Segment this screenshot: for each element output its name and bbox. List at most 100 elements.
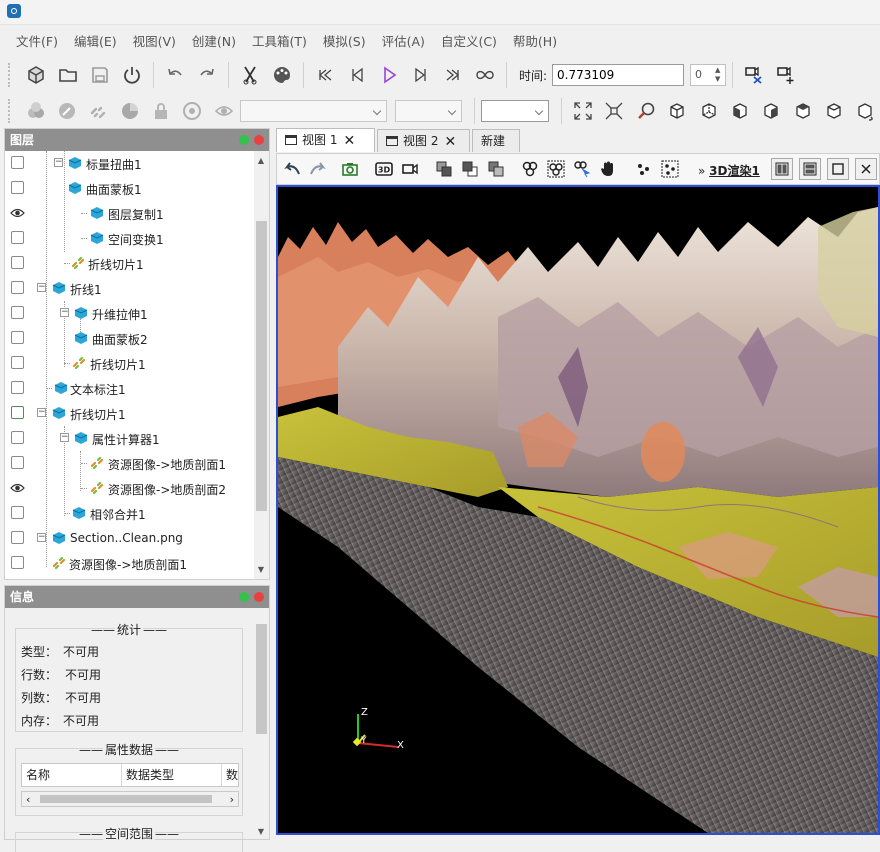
layer-row[interactable]: 资源图像->地质剖面1 — [5, 451, 253, 476]
scroll-right-icon[interactable]: › — [230, 793, 234, 806]
menu-customize[interactable]: 自定义(C) — [433, 30, 505, 54]
column-name-header[interactable]: 名称 — [22, 764, 122, 786]
layer-row[interactable]: − 升维拉伸1 — [5, 301, 253, 326]
spin-down-icon[interactable]: ▼ — [715, 75, 723, 84]
view-top-button[interactable] — [788, 96, 817, 126]
scroll-up-icon[interactable]: ▲ — [257, 157, 265, 165]
prev-frame-button[interactable] — [342, 60, 372, 90]
fit-all-button[interactable] — [568, 96, 597, 126]
new-model-button[interactable] — [21, 60, 51, 90]
maximize-view-button[interactable] — [827, 158, 849, 180]
visible-eye-icon[interactable] — [10, 482, 25, 494]
time-spinbox[interactable]: 0 ▲ ▼ — [690, 64, 727, 86]
layer-visibility-checkbox[interactable] — [11, 231, 24, 244]
link-disabled-button[interactable] — [84, 96, 113, 126]
view-front-button[interactable] — [662, 96, 691, 126]
fit-selection-button[interactable] — [600, 96, 629, 126]
menu-file[interactable]: 文件(F) — [8, 30, 66, 54]
layer-up-button[interactable] — [433, 158, 455, 180]
layer-row[interactable]: 相邻合并1 — [5, 501, 253, 526]
layer-visibility-checkbox[interactable] — [11, 556, 24, 569]
layer-row[interactable]: − 标量扭曲1 — [5, 151, 253, 176]
style-combo[interactable] — [480, 100, 550, 122]
3d-mode-button[interactable]: 3D — [373, 158, 395, 180]
scroll-down-icon[interactable]: ▼ — [257, 566, 265, 574]
close-icon[interactable] — [254, 135, 264, 145]
layer-visibility-checkbox[interactable] — [11, 256, 24, 269]
select-all-button[interactable] — [519, 158, 541, 180]
close-icon[interactable] — [254, 592, 264, 602]
layer-row[interactable]: − 折线1 — [5, 276, 253, 301]
camera-button[interactable] — [399, 158, 421, 180]
layer-visibility-checkbox[interactable] — [11, 381, 24, 394]
menu-view[interactable]: 视图(V) — [125, 30, 184, 54]
undo-button[interactable] — [160, 60, 190, 90]
select-box-button[interactable] — [545, 158, 567, 180]
tab-view-1[interactable]: 视图 1 ✕ — [276, 128, 375, 152]
add-camera-button[interactable] — [771, 60, 801, 90]
menu-create[interactable]: 创建(N) — [184, 30, 244, 54]
tab-new[interactable]: 新建 — [472, 129, 520, 152]
pan-button[interactable] — [597, 158, 619, 180]
open-button[interactable] — [53, 60, 83, 90]
attribute-hscrollbar[interactable]: ‹ › — [21, 791, 239, 807]
layer-row[interactable]: 资源图像->地质剖面1 — [5, 551, 253, 576]
layer-visibility-checkbox[interactable] — [11, 506, 24, 519]
collapse-icon[interactable]: − — [54, 158, 63, 167]
close-tab-icon[interactable]: ✕ — [444, 131, 456, 153]
layer-visibility-checkbox[interactable] — [11, 356, 24, 369]
scroll-thumb[interactable] — [40, 795, 212, 803]
close-view-button[interactable] — [855, 158, 877, 180]
tools-button[interactable] — [235, 60, 265, 90]
layer-visibility-checkbox[interactable] — [11, 331, 24, 344]
scroll-thumb[interactable] — [256, 624, 267, 734]
layer-merge-button[interactable] — [485, 158, 507, 180]
column-type-header[interactable]: 数据类型 — [122, 764, 222, 786]
save-button[interactable] — [85, 60, 115, 90]
tab-view-2[interactable]: 视图 2 ✕ — [377, 129, 470, 152]
spin-up-icon[interactable]: ▲ — [715, 66, 723, 75]
play-button[interactable] — [374, 60, 404, 90]
layer-visibility-checkbox[interactable] — [11, 431, 24, 444]
layer-visibility-checkbox[interactable] — [11, 531, 24, 544]
scroll-thumb[interactable] — [256, 221, 267, 511]
layer-row[interactable]: 空间变换1 — [5, 226, 253, 251]
layer-row[interactable]: 图层复制1 — [5, 201, 253, 226]
forward-view-button[interactable] — [307, 158, 329, 180]
layer-row[interactable]: 曲面蒙板1 — [5, 176, 253, 201]
render-target-label[interactable]: » 3D渲染1 — [698, 162, 760, 179]
layer-visibility-checkbox[interactable] — [11, 456, 24, 469]
collapse-icon[interactable]: − — [60, 308, 69, 317]
visibility-button[interactable] — [209, 96, 238, 126]
layer-row[interactable]: − 折线切片1 — [5, 401, 253, 426]
next-frame-button[interactable] — [406, 60, 436, 90]
layer-visibility-checkbox[interactable] — [11, 156, 24, 169]
layers-scrollbar[interactable]: ▲ ▼ — [254, 151, 269, 579]
layer-visibility-checkbox[interactable] — [11, 181, 24, 194]
back-view-button[interactable] — [281, 158, 303, 180]
view-left-button[interactable] — [725, 96, 754, 126]
collapse-icon[interactable]: − — [60, 433, 69, 442]
column-count-header[interactable]: 数 — [222, 764, 240, 786]
redo-button[interactable] — [192, 60, 222, 90]
scroll-left-icon[interactable]: ‹ — [26, 793, 30, 806]
camera-settings-button[interactable] — [739, 60, 769, 90]
attribute-combo[interactable] — [395, 100, 462, 122]
layer-combo[interactable] — [240, 100, 388, 122]
scroll-down-icon[interactable]: ▼ — [257, 828, 265, 836]
view-iso-button[interactable] — [851, 96, 880, 126]
layer-visibility-checkbox[interactable] — [11, 306, 24, 319]
dock-icon[interactable] — [239, 592, 249, 602]
layer-row[interactable]: − Section..Clean.png — [5, 526, 253, 551]
target-button[interactable] — [178, 96, 207, 126]
screenshot-button[interactable] — [339, 158, 361, 180]
view-bottom-button[interactable] — [819, 96, 848, 126]
layer-row[interactable]: 曲面蒙板2 — [5, 326, 253, 351]
collapse-icon[interactable]: − — [37, 533, 46, 542]
split-vertical-button[interactable] — [771, 158, 793, 180]
menu-simulate[interactable]: 模拟(S) — [315, 30, 374, 54]
menu-edit[interactable]: 编辑(E) — [66, 30, 125, 54]
layer-row[interactable]: 资源图像->地质剖面2 — [5, 476, 253, 501]
toolbar-grip[interactable] — [8, 99, 13, 123]
collapse-icon[interactable]: − — [37, 283, 46, 292]
